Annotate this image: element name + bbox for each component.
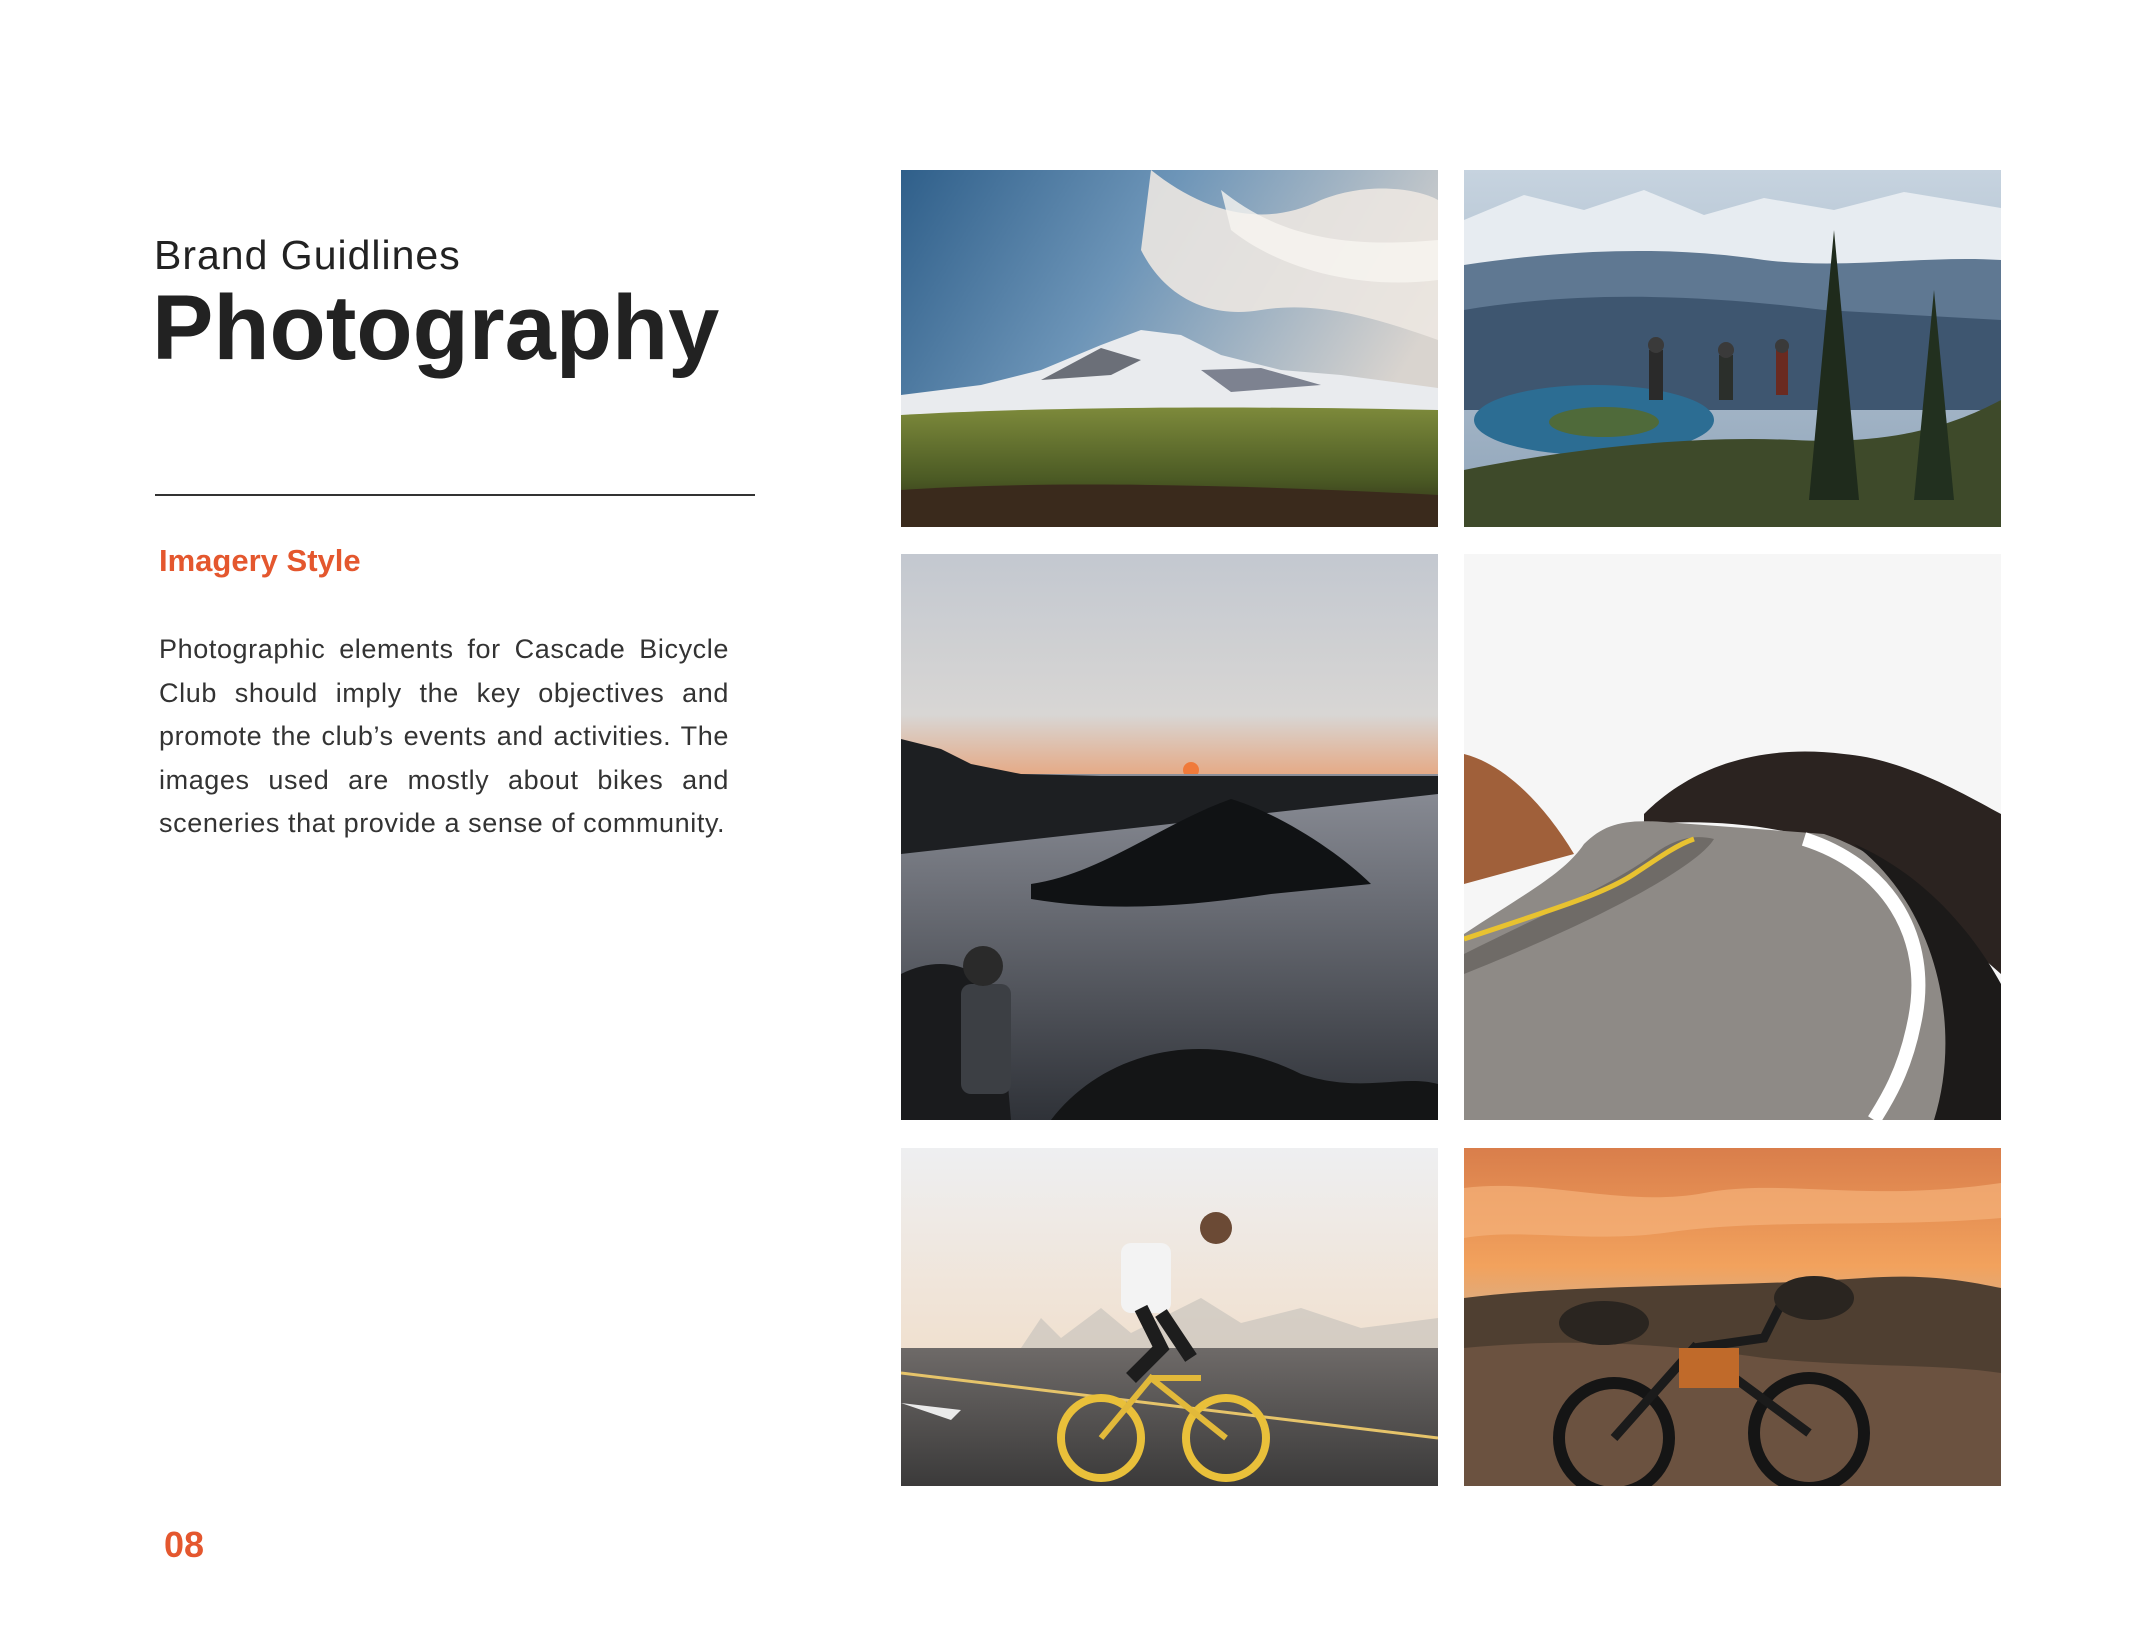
section-body-text: Photographic elements for Cascade Bicycl… (159, 634, 729, 838)
page-title: Photography (152, 277, 720, 379)
section-heading: Imagery Style (159, 543, 361, 578)
road-cyclist-photo (901, 1148, 1438, 1486)
page-number: 08 (164, 1524, 205, 1565)
page-subtitle: Brand Guidlines (154, 232, 461, 278)
bikepacking-bike-sunset-photo (1464, 1148, 2001, 1486)
snowy-mountain-meadow-photo (901, 170, 1438, 527)
cyclists-overlooking-lake-photo (1464, 170, 2001, 527)
sunset-lake-island-photo (901, 554, 1438, 1120)
winding-road-photo (1464, 554, 2001, 1120)
title-divider (155, 494, 755, 496)
